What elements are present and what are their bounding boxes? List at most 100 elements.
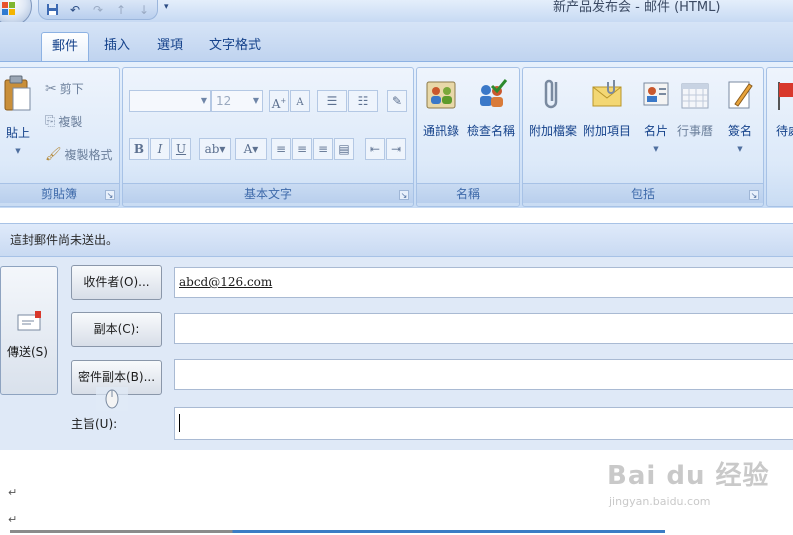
cut-label: 剪下 (59, 82, 84, 96)
undo-icon[interactable]: ↶ (68, 3, 82, 17)
paste-icon (4, 75, 31, 111)
brush-icon: 🖌 (45, 147, 62, 162)
attach-file-label: 附加檔案 (529, 124, 578, 138)
group-clipboard: 貼上 ▼ ✂ 剪下 ⎘ 複製 🖌 複製格式 剪貼簿 ↘ (0, 67, 120, 207)
numbering-icon[interactable]: ☷ (348, 90, 378, 112)
to-field[interactable]: abcd@126.com (174, 267, 793, 298)
chevron-down-icon: ▼ (252, 96, 259, 105)
cc-button[interactable]: 副本(C): (71, 312, 162, 347)
align-center-icon[interactable]: ≡ (292, 138, 312, 160)
quick-access-toolbar: ↶ ↷ ↑ ↓ (38, 0, 158, 20)
group-label-names: 名稱 (417, 183, 519, 203)
follow-up-label: 待處 (775, 124, 793, 138)
attach-item-label: 附加項目 (583, 124, 632, 138)
signature-button[interactable]: 簽名 ▼ (723, 78, 757, 153)
copy-label: 複製 (58, 115, 83, 129)
info-bar: 這封郵件尚未送出。 (0, 223, 793, 257)
increase-indent-icon[interactable]: ⇥ (386, 138, 406, 160)
to-button[interactable]: 收件者(O)... (71, 265, 162, 300)
check-names-button[interactable]: 檢查名稱 (467, 78, 515, 139)
address-book-button[interactable]: 通訊錄 (423, 78, 459, 139)
font-size-combo[interactable]: 12 ▼ (211, 90, 263, 112)
chevron-down-icon[interactable]: ▼ (15, 147, 20, 155)
address-book-label: 通訊錄 (423, 124, 460, 138)
window-title: 新产品发布会 - 邮件 (HTML) (553, 0, 721, 15)
paragraph-mark: ↵ (8, 513, 18, 526)
send-icon (17, 311, 41, 331)
send-label: 傳送(S) (7, 345, 48, 359)
paragraph-mark: ↵ (8, 486, 18, 499)
envelope-icon (592, 80, 622, 107)
bullets-icon[interactable]: ☰ (317, 90, 347, 112)
business-card-icon (643, 82, 669, 106)
underline-icon[interactable]: U (171, 138, 191, 160)
to-recipient[interactable]: abcd@126.com (179, 275, 272, 289)
group-label-include: 包括 (523, 183, 763, 203)
bold-icon[interactable]: B (129, 138, 149, 160)
attach-item-button[interactable]: 附加項目 (583, 78, 631, 139)
chevron-down-icon[interactable]: ▼ (737, 145, 742, 153)
calendar-button[interactable]: 行事曆 (677, 78, 713, 139)
calendar-icon (681, 83, 709, 109)
tab-format-text[interactable]: 文字格式 (204, 32, 266, 62)
format-painter-button[interactable]: 🖌 複製格式 (45, 146, 113, 163)
signature-label: 簽名 (727, 124, 752, 138)
format-painter-label: 複製格式 (64, 148, 113, 162)
customize-toolbar-icon[interactable]: ▾ (164, 2, 169, 12)
business-card-button[interactable]: 名片 ▼ (639, 78, 673, 153)
copy-icon: ⎘ (45, 114, 56, 129)
group-follow-up: 待處 (766, 67, 793, 207)
mouse-cursor-icon (96, 387, 128, 411)
arrow-up-icon[interactable]: ↑ (114, 3, 128, 17)
group-include: 附加檔案 附加項目 名片 ▼ 行事曆 簽名 ▼ 包括 ↘ (522, 67, 764, 207)
follow-up-button[interactable]: 待處 (773, 78, 793, 139)
dialog-launcher-icon[interactable]: ↘ (749, 190, 759, 200)
scissors-icon: ✂ (45, 80, 57, 97)
grow-font-icon[interactable]: A+ (269, 90, 289, 112)
subject-label: 主旨(U): (71, 417, 118, 431)
cc-field[interactable] (174, 313, 793, 344)
attach-file-button[interactable]: 附加檔案 (529, 78, 577, 139)
redo-icon[interactable]: ↷ (91, 3, 105, 17)
align-left-icon[interactable]: ≡ (271, 138, 291, 160)
bcc-field[interactable] (174, 359, 793, 390)
group-label-basic-text: 基本文字 (123, 183, 413, 203)
paste-button[interactable]: 貼上 ▼ (3, 74, 33, 155)
subject-field[interactable] (174, 407, 793, 440)
highlight-icon[interactable]: ab▾ (199, 138, 231, 160)
chevron-down-icon[interactable]: ▼ (653, 145, 658, 153)
tab-options[interactable]: 選項 (150, 32, 190, 62)
watermark-url: jingyan.baidu.com (609, 495, 711, 508)
justify-icon[interactable]: ▤ (334, 138, 354, 160)
shrink-font-icon[interactable]: A (290, 90, 310, 112)
font-color-icon[interactable]: A▾ (235, 138, 267, 160)
arrow-down-icon[interactable]: ↓ (137, 3, 151, 17)
baidu-watermark: Bai du 经验 jingyan.baidu.com (607, 455, 769, 515)
save-icon[interactable] (45, 3, 59, 17)
progress-line (10, 530, 665, 533)
text-caret (179, 414, 180, 432)
signature-icon (728, 81, 753, 109)
clear-formatting-icon[interactable]: ✎ (387, 90, 407, 112)
group-names: 通訊錄 檢查名稱 名稱 (416, 67, 520, 207)
check-names-icon (480, 79, 508, 107)
title-bar: ↶ ↷ ↑ ↓ ▾ 新产品发布会 - 邮件 (HTML) (0, 0, 793, 26)
copy-button[interactable]: ⎘ 複製 (45, 113, 82, 130)
align-right-icon[interactable]: ≡ (313, 138, 333, 160)
message-header: 傳送(S) 收件者(O)... abcd@126.com 副本(C): 密件副本… (0, 257, 793, 450)
group-basic-text: ▼ 12 ▼ A+ A ☰ ☷ ✎ B I U ab▾ A▾ ≡ ≡ ≡ ▤ ⇤… (122, 67, 414, 207)
tab-message[interactable]: 郵件 (41, 32, 89, 62)
send-button[interactable]: 傳送(S) (0, 266, 58, 395)
calendar-label: 行事曆 (677, 124, 714, 138)
decrease-indent-icon[interactable]: ⇤ (365, 138, 385, 160)
font-name-combo[interactable]: ▼ (129, 90, 211, 112)
dialog-launcher-icon[interactable]: ↘ (105, 190, 115, 200)
dialog-launcher-icon[interactable]: ↘ (399, 190, 409, 200)
office-logo-icon (2, 2, 15, 15)
tab-insert[interactable]: 插入 (97, 32, 137, 62)
watermark-logo: Bai du 经验 (607, 461, 770, 491)
italic-icon[interactable]: I (150, 138, 170, 160)
check-names-label: 檢查名稱 (467, 124, 516, 138)
cut-button[interactable]: ✂ 剪下 (45, 80, 84, 97)
flag-icon (778, 82, 793, 110)
